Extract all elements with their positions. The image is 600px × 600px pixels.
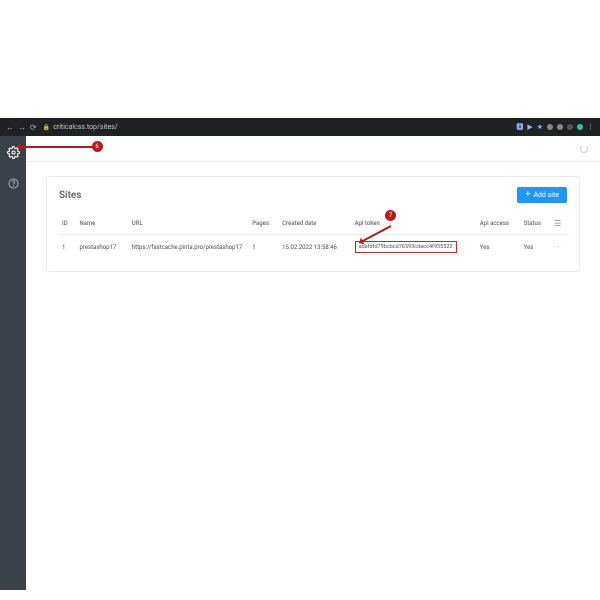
cell-api-access: Yes <box>475 235 519 260</box>
play-icon[interactable]: ▶ <box>527 123 532 131</box>
top-bar <box>26 136 600 162</box>
cell-created: 15.02.2022 13:58:46 <box>277 235 349 260</box>
browser-right-icons: 🅰 ▶ ★ ⋮ <box>516 122 594 132</box>
card-header: Sites + Add site <box>47 177 579 213</box>
cell-url[interactable]: https://fastcache.pinta.pro/prestashop17 <box>127 235 247 260</box>
sidebar-item-settings[interactable] <box>7 146 20 162</box>
annotation-step-7: 7 <box>385 210 396 221</box>
ext-icon-2[interactable] <box>557 124 563 130</box>
col-api-access: Api access <box>475 213 519 235</box>
col-name: Name <box>74 213 126 235</box>
bookmark-icon[interactable]: ★ <box>537 123 543 131</box>
profile-avatar[interactable] <box>577 124 583 130</box>
reload-icon[interactable]: ⟳ <box>30 123 37 132</box>
cell-pages: 1 <box>247 235 277 260</box>
ext-icon-3[interactable] <box>567 124 573 130</box>
table-wrapper: 7 ID Name URL Pages Created date <box>47 213 579 271</box>
add-site-button[interactable]: + Add site <box>517 187 567 203</box>
cell-status: Yes <box>519 235 550 260</box>
sites-table: ID Name URL Pages Created date Api token… <box>57 213 569 259</box>
content-area: Sites + Add site 7 ID <box>26 136 600 590</box>
browser-window: ← → ⟳ 🔒 criticalcss.top/sites/ 🅰 ▶ ★ ⋮ <box>0 118 600 590</box>
sites-card: Sites + Add site 7 ID <box>46 176 580 272</box>
translate-icon[interactable]: 🅰 <box>516 122 523 132</box>
address-bar[interactable]: 🔒 criticalcss.top/sites/ <box>43 123 511 131</box>
nav-arrows[interactable]: ← → ⟳ <box>6 123 37 132</box>
main-area: Sites + Add site 7 ID <box>26 162 600 590</box>
sidebar <box>0 136 26 590</box>
col-url: URL <box>127 213 247 235</box>
menu-icon[interactable]: ⋮ <box>587 123 594 131</box>
back-icon[interactable]: ← <box>6 123 14 132</box>
sidebar-item-help[interactable] <box>8 178 19 192</box>
api-token-value[interactable]: adafdfd79bcbcd76593cdacc4f935522 <box>355 241 457 253</box>
cell-id: 1 <box>57 235 74 260</box>
row-actions-button[interactable]: ··· <box>549 235 569 260</box>
col-status: Status <box>519 213 550 235</box>
columns-icon[interactable]: ☰ <box>554 219 561 228</box>
annotation-step-6 <box>18 146 98 148</box>
cell-name: prestashop17 <box>74 235 126 260</box>
col-token: Api token <box>350 213 475 235</box>
table-header-row: ID Name URL Pages Created date Api token… <box>57 213 569 235</box>
col-created: Created date <box>277 213 349 235</box>
col-id: ID <box>57 213 74 235</box>
col-pages: Pages <box>247 213 277 235</box>
table-row[interactable]: 1 prestashop17 https://fastcache.pinta.p… <box>57 235 569 260</box>
url-text: criticalcss.top/sites/ <box>53 123 118 131</box>
add-site-label: Add site <box>533 191 559 199</box>
help-icon <box>8 178 19 189</box>
col-actions: ☰ <box>549 213 569 235</box>
app-root: Sites + Add site 7 ID <box>0 136 600 590</box>
ext-icon-1[interactable] <box>547 124 553 130</box>
browser-toolbar: ← → ⟳ 🔒 criticalcss.top/sites/ 🅰 ▶ ★ ⋮ <box>0 118 600 136</box>
lock-icon: 🔒 <box>43 124 50 131</box>
loading-spinner-icon <box>580 145 588 153</box>
forward-icon[interactable]: → <box>18 123 26 132</box>
page-title: Sites <box>59 190 81 201</box>
